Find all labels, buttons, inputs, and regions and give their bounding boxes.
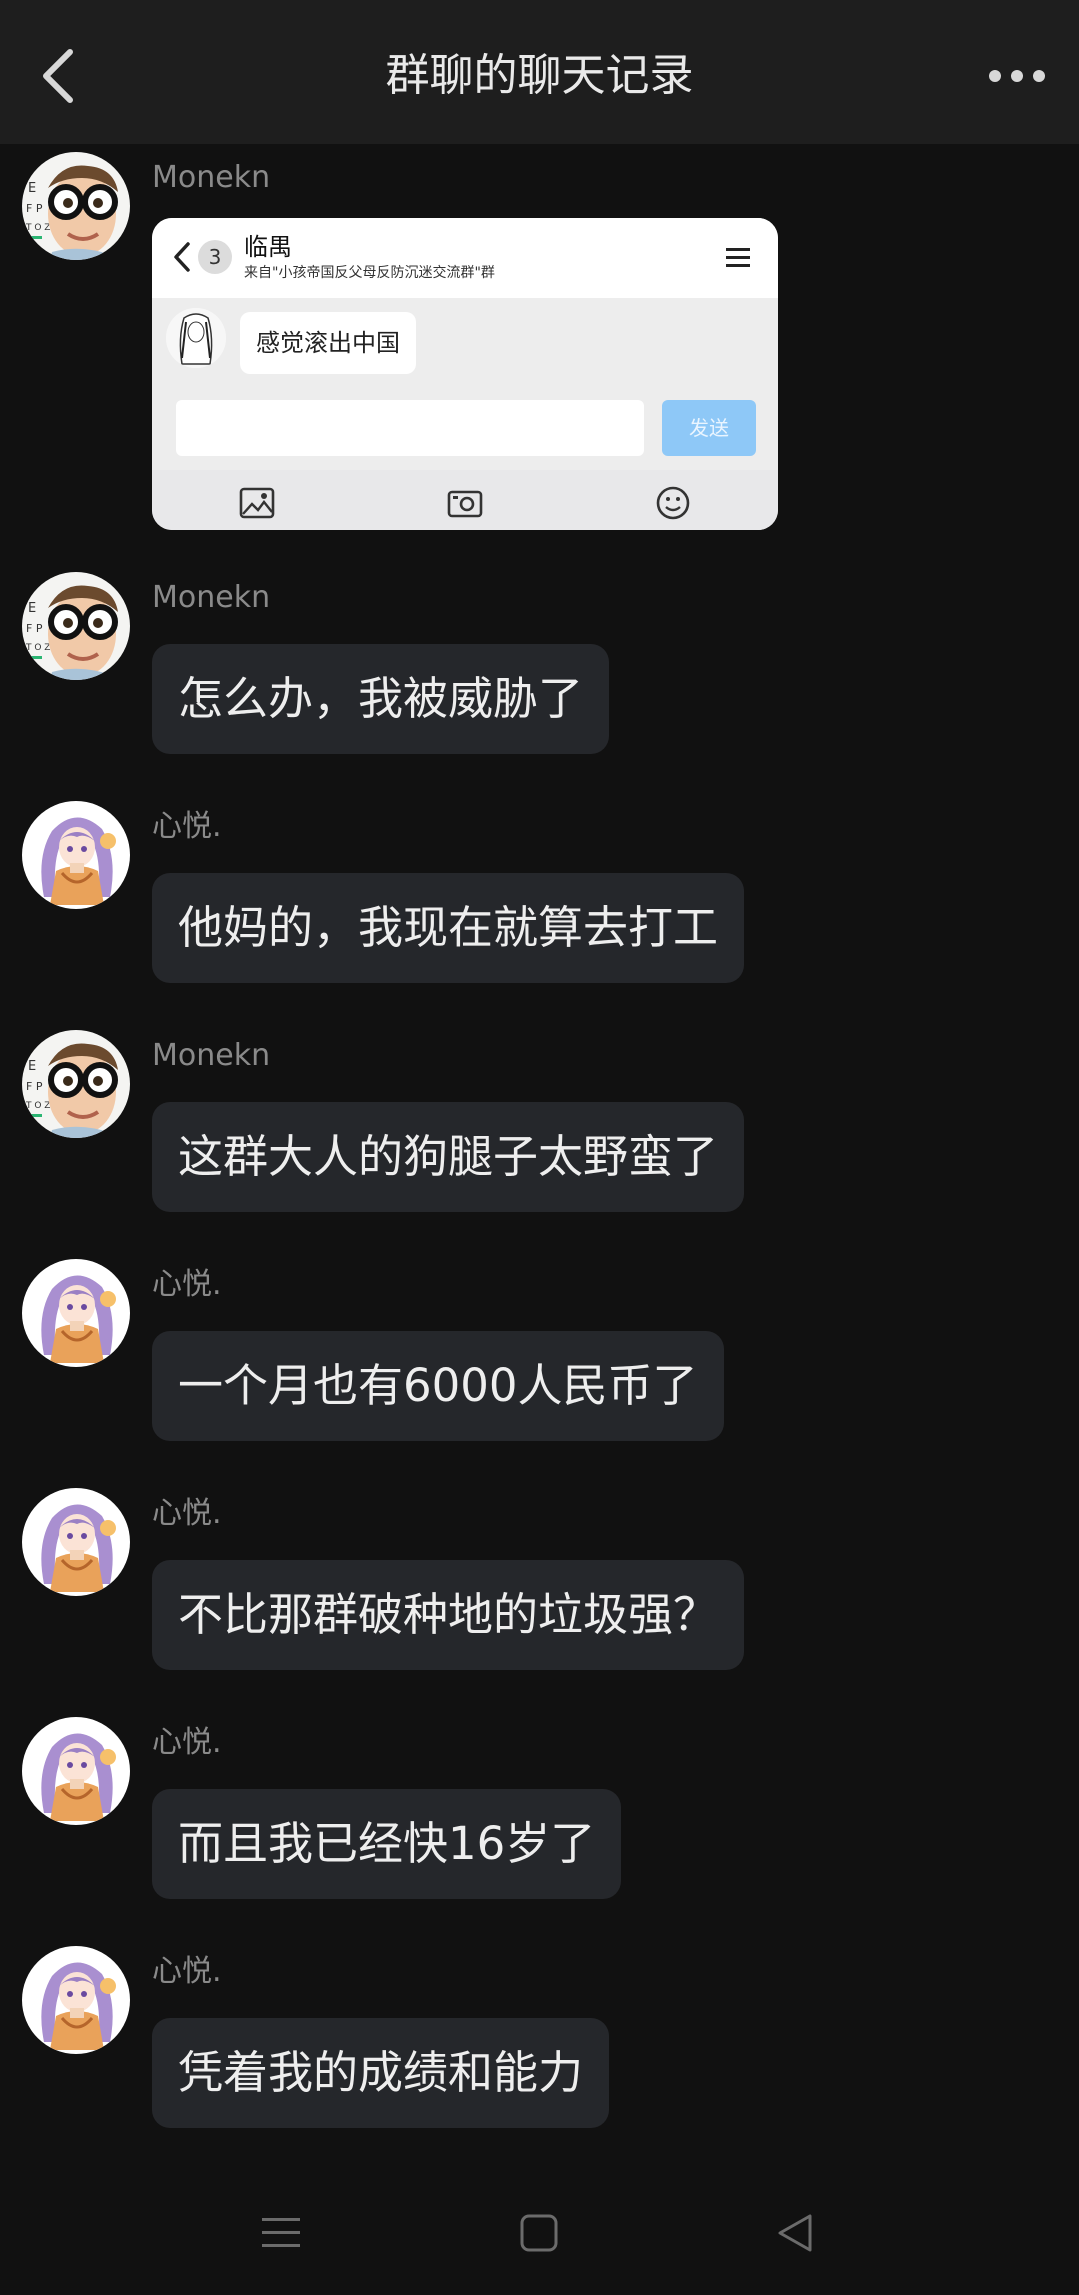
sender-name: 心悦. [152, 1954, 222, 1989]
menu-icon [726, 248, 750, 267]
emoji-icon [656, 486, 690, 520]
system-nav-bar [0, 2170, 1079, 2295]
glasses-boy-avatar[interactable] [22, 152, 130, 260]
chevron-left-icon [174, 242, 190, 272]
sender-name: 心悦. [152, 1725, 222, 1760]
message-bubble[interactable]: 不比那群破种地的垃圾强？ [152, 1560, 745, 1670]
more-horizontal-icon[interactable] [985, 56, 1049, 96]
message-bubble[interactable]: 凭着我的成绩和能力 [152, 2018, 610, 2128]
screenshot-image-message[interactable]: 3 临禺 来自"小孩帝国反父母反防沉迷交流群"群 感觉滚出中国 发送 [152, 218, 778, 530]
anime-girl-avatar[interactable] [22, 801, 130, 909]
home-icon[interactable] [516, 2210, 562, 2256]
sender-name: Monekn [152, 1038, 271, 1073]
card-title: 临禺 [244, 233, 292, 261]
message-bubble[interactable]: 怎么办，我被威胁了 [152, 644, 610, 754]
unread-badge: 3 [198, 240, 232, 274]
message-bubble[interactable]: 而且我已经快16岁了 [152, 1789, 622, 1899]
card-header: 3 临禺 来自"小孩帝国反父母反防沉迷交流群"群 [152, 218, 778, 298]
card-subtitle: 来自"小孩帝国反父母反防沉迷交流群"群 [244, 265, 495, 281]
top-bar: 群聊的聊天记录 [0, 0, 1079, 144]
image-icon [239, 487, 275, 519]
anime-girl-avatar[interactable] [22, 1259, 130, 1367]
glasses-boy-avatar[interactable] [22, 572, 130, 680]
menu-icon[interactable] [258, 2210, 304, 2256]
card-send-button: 发送 [662, 400, 756, 456]
camera-icon [447, 490, 483, 518]
sender-name: Monekn [152, 580, 271, 615]
anime-girl-avatar[interactable] [22, 1717, 130, 1825]
sender-name: 心悦. [152, 809, 222, 844]
card-text-input [176, 400, 644, 456]
anime-girl-avatar[interactable] [22, 1946, 130, 2054]
sender-name: 心悦. [152, 1496, 222, 1531]
card-avatar [166, 308, 226, 368]
message-bubble[interactable]: 一个月也有6000人民币了 [152, 1331, 724, 1441]
glasses-boy-avatar[interactable] [22, 1030, 130, 1138]
message-bubble[interactable]: 这群大人的狗腿子太野蛮了 [152, 1102, 745, 1212]
anime-girl-avatar[interactable] [22, 1488, 130, 1596]
message-bubble[interactable]: 他妈的，我现在就算去打工 [152, 873, 745, 983]
back-triangle-icon[interactable] [772, 2210, 818, 2256]
sender-name: Monekn [152, 160, 271, 195]
card-toolbar [152, 470, 778, 530]
sender-name: 心悦. [152, 1267, 222, 1302]
page-title: 群聊的聊天记录 [385, 50, 694, 101]
card-message-bubble: 感觉滚出中国 [240, 312, 416, 374]
